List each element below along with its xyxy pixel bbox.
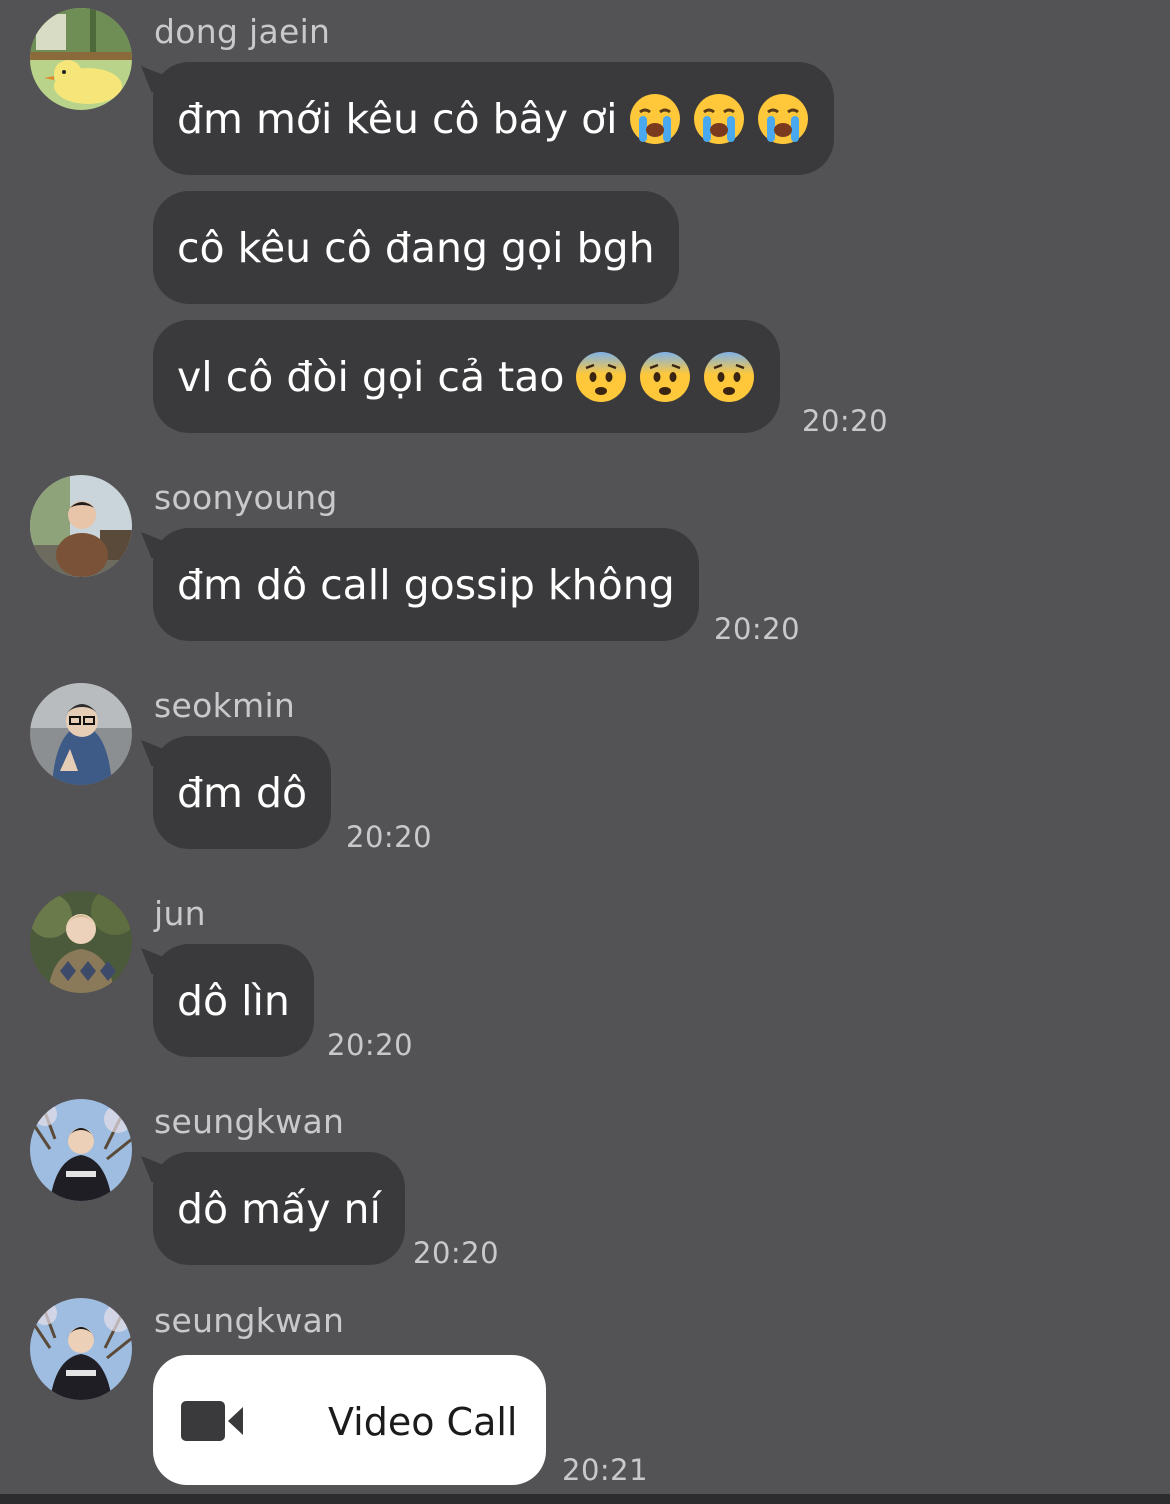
sender-name: seungkwan — [154, 1102, 345, 1141]
loudly-crying-face-icon — [692, 92, 746, 146]
avatar-seokmin[interactable] — [30, 683, 132, 785]
fearful-face-icon — [574, 350, 628, 404]
avatar-photo-person-trees-icon — [30, 1099, 132, 1201]
message-timestamp: 20:20 — [327, 1028, 414, 1062]
video-call-label: Video Call — [328, 1400, 518, 1444]
avatar-soonyoung[interactable] — [30, 475, 132, 577]
chat-transcript: dong jaein đm mới kêu cô bây ơi cô kêu c… — [0, 0, 1170, 1504]
video-camera-icon — [181, 1401, 245, 1441]
message-bubble[interactable]: vl cô đòi gọi cả tao — [153, 320, 781, 433]
avatar-photo-person-trees-icon — [30, 1298, 132, 1400]
avatar-jun[interactable] — [30, 891, 132, 993]
message-timestamp: 20:21 — [562, 1453, 649, 1487]
fearful-face-icon — [638, 350, 692, 404]
sender-name: dong jaein — [154, 12, 331, 51]
avatar-photo-person-glasses-icon — [30, 683, 132, 785]
message-bubble[interactable]: dô mấy ní — [153, 1152, 405, 1265]
bottom-divider — [0, 1494, 1170, 1504]
message-timestamp: 20:20 — [714, 612, 801, 646]
sender-name: seokmin — [154, 686, 296, 725]
message-text: đm dô — [177, 768, 308, 817]
message-timestamp: 20:20 — [413, 1236, 500, 1270]
message-text: đm dô call gossip không — [177, 560, 675, 609]
video-call-card[interactable]: Video Call — [153, 1355, 546, 1485]
avatar-photo-person-sitting-icon — [30, 475, 132, 577]
loudly-crying-face-icon — [756, 92, 810, 146]
fearful-face-icon — [702, 350, 756, 404]
message-bubble[interactable]: cô kêu cô đang gọi bgh — [153, 191, 679, 304]
message-bubble[interactable]: dô lìn — [153, 944, 314, 1057]
message-text: dô mấy ní — [177, 1184, 381, 1233]
message-text: vl cô đòi gọi cả tao — [177, 352, 565, 401]
sender-name: jun — [154, 894, 206, 933]
sender-name: soonyoung — [154, 478, 338, 517]
message-text: dô lìn — [177, 976, 290, 1025]
sender-name: seungkwan — [154, 1301, 345, 1340]
message-bubble[interactable]: đm mới kêu cô bây ơi — [153, 62, 834, 175]
loudly-crying-face-icon — [628, 92, 682, 146]
avatar-photo-person-sweater-icon — [30, 891, 132, 993]
avatar-seungkwan[interactable] — [30, 1099, 132, 1201]
message-text: cô kêu cô đang gọi bgh — [177, 223, 655, 272]
message-bubble[interactable]: đm dô call gossip không — [153, 528, 699, 641]
message-timestamp: 20:20 — [346, 820, 433, 854]
message-timestamp: 20:20 — [802, 404, 889, 438]
message-bubble[interactable]: đm dô — [153, 736, 332, 849]
avatar-dong-jaein[interactable] — [30, 8, 132, 110]
avatar-cartoon-chick-icon — [30, 8, 132, 110]
message-text: đm mới kêu cô bây ơi — [177, 94, 618, 143]
avatar-seungkwan[interactable] — [30, 1298, 132, 1400]
